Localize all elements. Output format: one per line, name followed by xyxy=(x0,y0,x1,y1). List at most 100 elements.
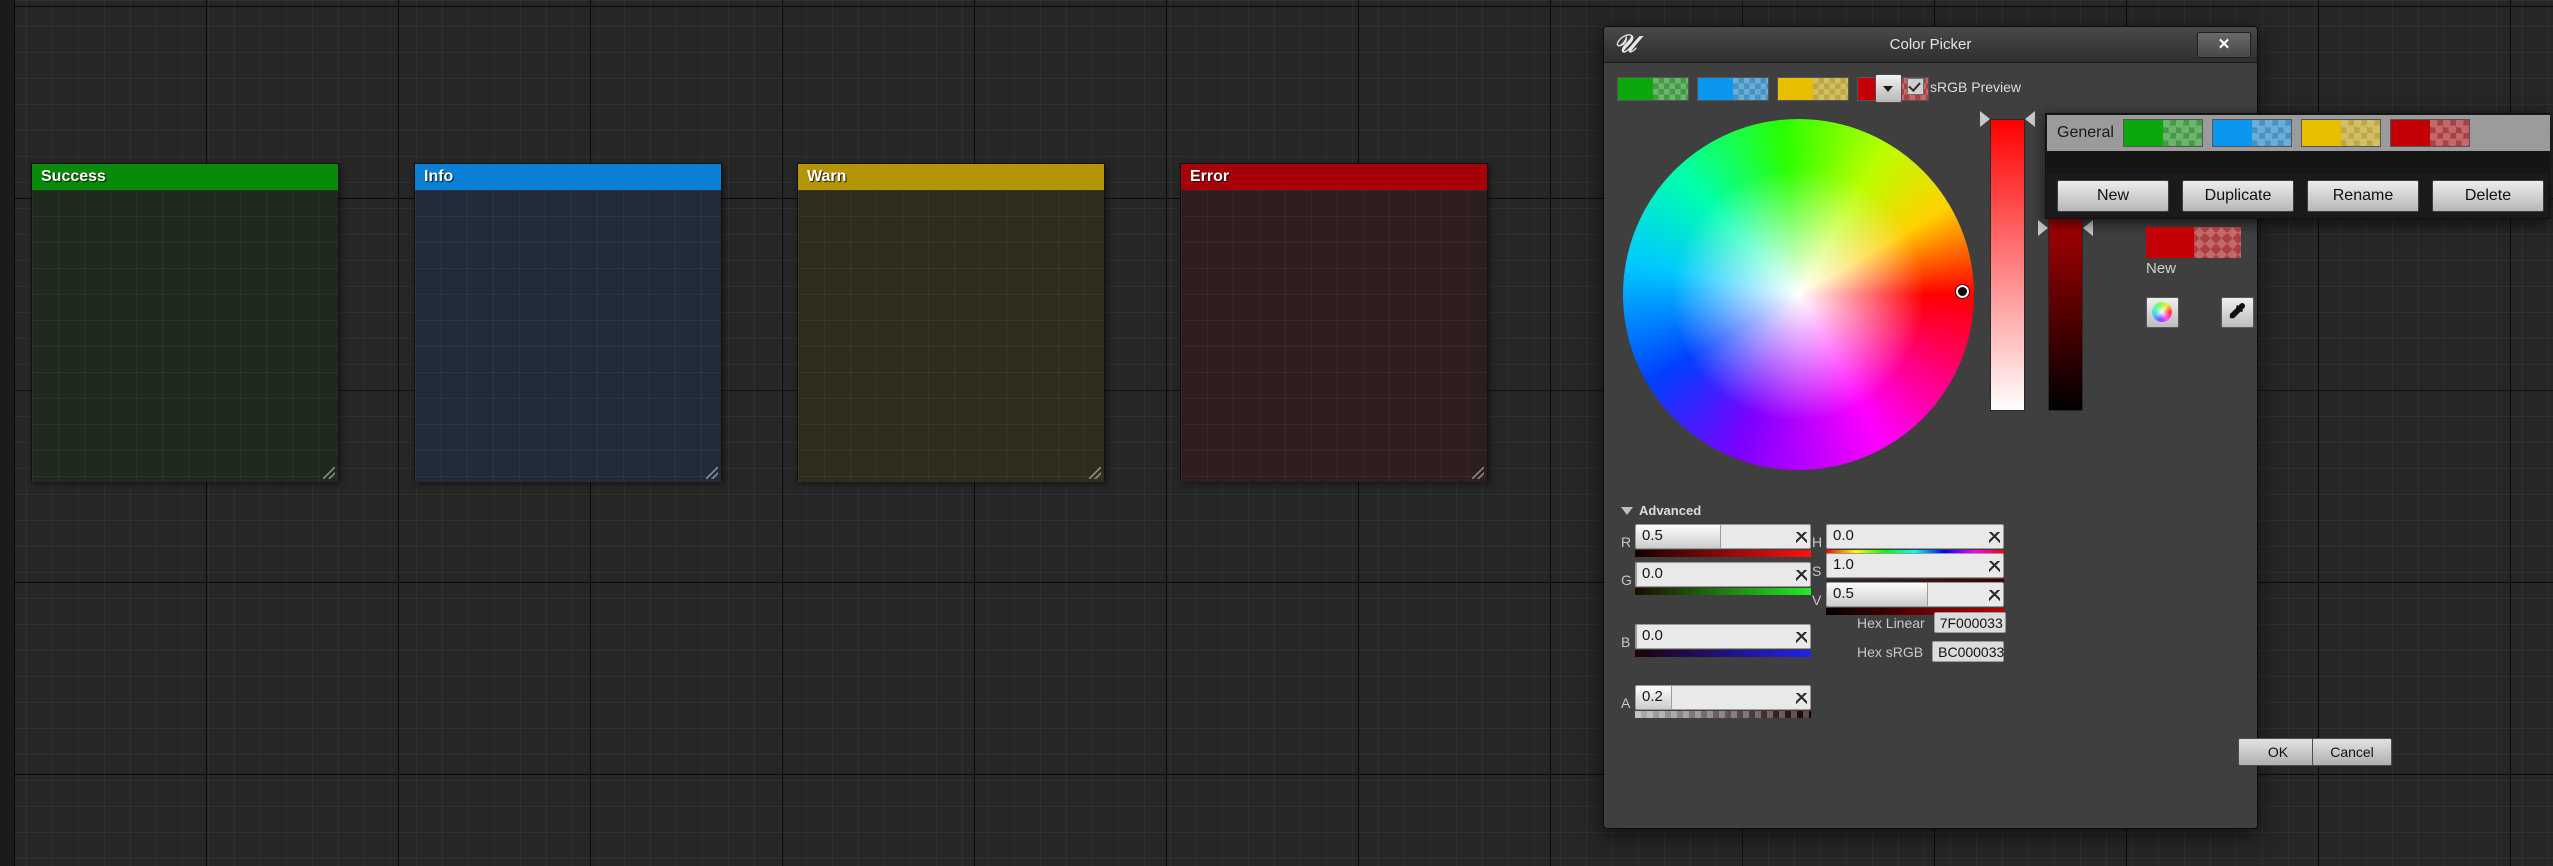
triangle-expand-icon[interactable] xyxy=(1621,506,1633,515)
gradient-strip-r xyxy=(1635,550,1811,557)
card-header: Error xyxy=(1181,164,1487,190)
spinner-icon[interactable] xyxy=(1796,570,1807,581)
notification-card-error[interactable]: Error xyxy=(1180,163,1488,482)
chevron-down-icon xyxy=(1883,86,1893,92)
eyedropper-tool-button[interactable] xyxy=(2221,297,2254,328)
card-header: Warn xyxy=(798,164,1104,190)
card-header: Info xyxy=(415,164,721,190)
srgb-preview-label: sRGB Preview xyxy=(1930,78,2022,95)
alpha-slider-handle-right[interactable] xyxy=(2083,220,2093,236)
slider-row-v[interactable]: V 0.5 xyxy=(1812,582,2004,616)
swatch-alpha xyxy=(2251,120,2291,146)
color-wheel-disc[interactable] xyxy=(1623,119,1974,470)
swatch-yellow[interactable] xyxy=(1777,77,1849,101)
slider-value-r: 0.5 xyxy=(1642,527,1663,544)
spinner-icon[interactable] xyxy=(1796,693,1807,704)
spinner-icon[interactable] xyxy=(1796,532,1807,543)
numeric-field-v[interactable]: 0.5 xyxy=(1826,582,2004,607)
spinner-icon[interactable] xyxy=(1989,590,2000,601)
resize-grip-icon[interactable] xyxy=(706,467,718,479)
swatch-green[interactable] xyxy=(1617,77,1689,101)
hex-linear-input[interactable]: 7F000033 xyxy=(1933,612,2006,633)
color-tools-row xyxy=(2146,297,2254,328)
new-color-label: New xyxy=(2146,260,2177,277)
notification-card-info[interactable]: Info xyxy=(414,163,722,482)
swatch-group-label: General xyxy=(2057,124,2114,141)
color-wheel-marker[interactable] xyxy=(1956,285,1969,298)
value-slider-handle-left[interactable] xyxy=(1980,111,1990,127)
slider-control-b[interactable]: 0.0 xyxy=(1635,624,1811,657)
slider-label-v: V xyxy=(1812,592,1822,608)
advanced-label: Advanced xyxy=(1639,503,1702,518)
numeric-field-g[interactable]: 0.0 xyxy=(1635,562,1811,587)
card-body xyxy=(1181,190,1487,482)
swatch-dropdown-button[interactable] xyxy=(1875,74,1902,103)
popup-swatch-yellow[interactable] xyxy=(2300,119,2381,147)
popup-swatch-green[interactable] xyxy=(2122,119,2203,147)
card-body xyxy=(798,190,1104,482)
swatch-solid xyxy=(2146,227,2194,258)
ok-button[interactable]: OK xyxy=(2238,738,2318,766)
color-wheel-tool-button[interactable] xyxy=(2146,297,2179,328)
swatch-alpha xyxy=(2429,120,2469,146)
hex-linear-row[interactable]: Hex Linear 7F000033 xyxy=(1857,612,2006,633)
resize-grip-icon[interactable] xyxy=(323,467,335,479)
resize-grip-icon[interactable] xyxy=(1472,467,1484,479)
gradient-strip-a xyxy=(1635,711,1811,718)
color-wheel[interactable] xyxy=(1623,119,1974,470)
value-slider-handle-right[interactable] xyxy=(2025,111,2035,127)
popup-swatch-red[interactable] xyxy=(2389,119,2470,147)
slider-row-r[interactable]: R 0.5 xyxy=(1621,524,1811,558)
slider-control-r[interactable]: 0.5 xyxy=(1635,524,1811,557)
hex-srgb-input[interactable]: BC000033 xyxy=(1932,641,2004,662)
srgb-preview-toggle[interactable]: sRGB Preview xyxy=(1907,78,2021,95)
numeric-field-s[interactable]: 1.0 xyxy=(1826,553,2004,578)
swatch-blue[interactable] xyxy=(1697,77,1769,101)
swatch-solid xyxy=(2390,120,2430,146)
slider-control-g[interactable]: 0.0 xyxy=(1635,562,1811,595)
slider-row-b[interactable]: B 0.0 xyxy=(1621,624,1811,658)
value-slider[interactable] xyxy=(1980,111,2035,411)
close-icon[interactable]: ✕ xyxy=(2197,32,2251,58)
resize-grip-icon[interactable] xyxy=(1089,467,1101,479)
numeric-field-r[interactable]: 0.5 xyxy=(1635,524,1811,549)
hex-srgb-row[interactable]: Hex sRGB BC000033 xyxy=(1857,641,2004,662)
slider-control-v[interactable]: 0.5 xyxy=(1826,582,2004,615)
popup-action-bar: New Duplicate Rename Delete xyxy=(2047,173,2550,219)
checkbox-icon[interactable] xyxy=(1907,78,1924,95)
swatch-solid xyxy=(1698,78,1733,100)
swatch-group-general[interactable]: General xyxy=(2047,115,2550,151)
slider-label-a: A xyxy=(1621,695,1631,711)
eyedropper-icon xyxy=(2229,303,2246,319)
spinner-icon[interactable] xyxy=(1989,561,2000,572)
numeric-field-a[interactable]: 0.2 xyxy=(1635,685,1811,710)
swatch-alpha xyxy=(1733,78,1768,100)
spinner-icon[interactable] xyxy=(1989,532,2000,543)
swatch-library-popup[interactable]: General New Duplicate Rename Delete xyxy=(2045,113,2550,219)
rename-button[interactable]: Rename xyxy=(2307,180,2419,212)
slider-row-a[interactable]: A 0.2 xyxy=(1621,685,1811,719)
delete-button[interactable]: Delete xyxy=(2432,180,2544,212)
alpha-slider-handle-left[interactable] xyxy=(2038,220,2048,236)
new-color-swatch[interactable] xyxy=(2146,227,2241,258)
duplicate-button[interactable]: Duplicate xyxy=(2182,180,2294,212)
popup-swatch-blue[interactable] xyxy=(2211,119,2292,147)
spinner-icon[interactable] xyxy=(1796,632,1807,643)
dialog-titlebar[interactable]: 𝒰 Color Picker ✕ xyxy=(1604,27,2257,63)
gradient-strip-b xyxy=(1635,650,1811,657)
card-body xyxy=(32,190,338,482)
cancel-button[interactable]: Cancel xyxy=(2312,738,2392,766)
notification-card-warn[interactable]: Warn xyxy=(797,163,1105,482)
swatch-alpha xyxy=(2340,120,2380,146)
notification-card-success[interactable]: Success xyxy=(31,163,339,482)
slider-control-a[interactable]: 0.2 xyxy=(1635,685,1811,718)
numeric-field-h[interactable]: 0.0 xyxy=(1826,524,2004,549)
slider-label-b: B xyxy=(1621,634,1631,650)
card-body xyxy=(415,190,721,482)
new-button[interactable]: New xyxy=(2057,180,2169,212)
advanced-section-header[interactable]: Advanced xyxy=(1621,503,1701,518)
swatch-solid xyxy=(2212,120,2252,146)
new-color-preview[interactable]: New xyxy=(2146,227,2241,277)
slider-row-g[interactable]: G 0.0 xyxy=(1621,562,1811,596)
numeric-field-b[interactable]: 0.0 xyxy=(1635,624,1811,649)
